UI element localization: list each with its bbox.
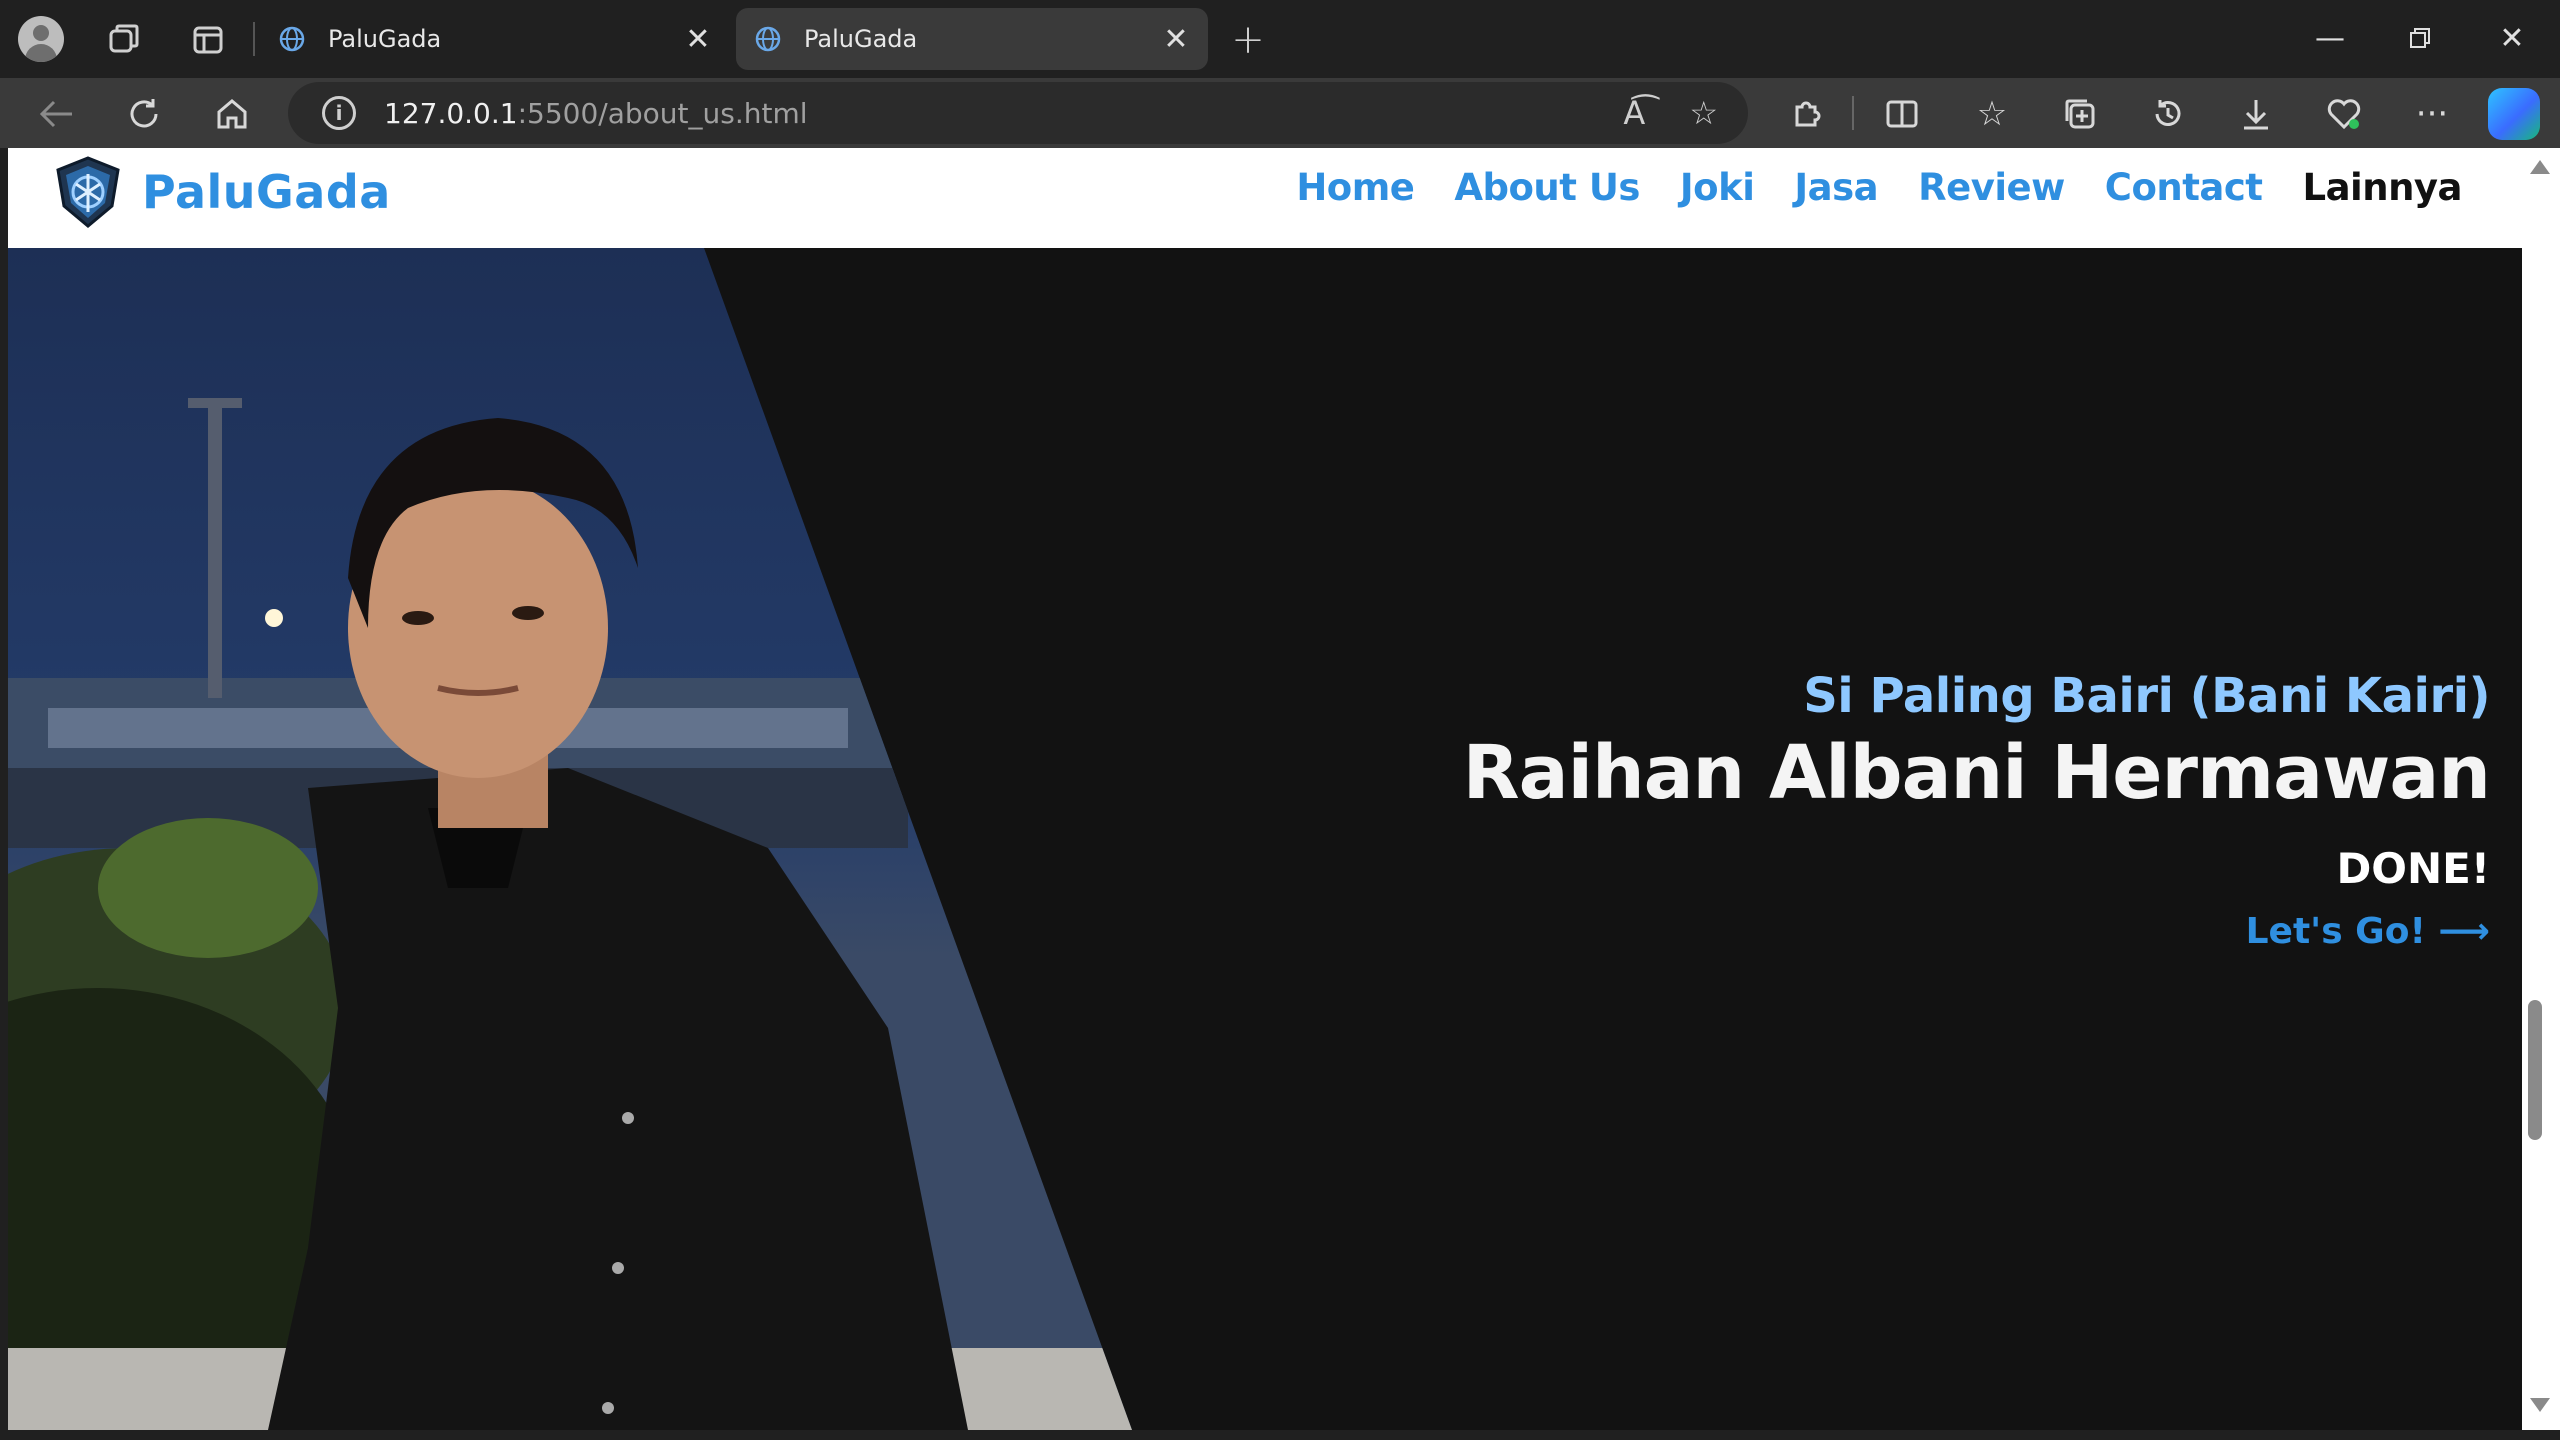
nav-review[interactable]: Review <box>1918 166 2065 209</box>
collections-icon[interactable] <box>2054 88 2106 140</box>
download-icon[interactable] <box>2230 88 2282 140</box>
tab-actions-icon[interactable] <box>184 16 232 64</box>
close-window-icon[interactable]: ✕ <box>2482 14 2542 62</box>
globe-favicon-icon <box>755 26 781 52</box>
lets-go-link[interactable]: Let's Go! ⟶ <box>2246 911 2490 952</box>
copilot-icon[interactable] <box>2488 88 2540 140</box>
hero-name: Raihan Albani Hermawan <box>1462 730 2491 816</box>
tab-title: PaluGada <box>328 25 442 53</box>
palugada-logo-icon <box>56 156 120 228</box>
brand[interactable]: PaluGada <box>52 154 391 230</box>
window-bottom-edge <box>0 1430 2560 1440</box>
minimize-icon[interactable]: — <box>2300 14 2360 62</box>
profile-photo <box>8 248 1132 1430</box>
extensions-icon[interactable] <box>1780 88 1832 140</box>
back-arrow-icon[interactable] <box>30 88 82 140</box>
history-icon[interactable] <box>2142 88 2194 140</box>
scroll-down-arrow-icon[interactable] <box>2530 1398 2550 1412</box>
restore-icon[interactable] <box>2390 14 2450 62</box>
brand-name: PaluGada <box>142 165 391 219</box>
nav-contact[interactable]: Contact <box>2105 166 2263 209</box>
profile-avatar[interactable] <box>18 16 64 62</box>
scroll-up-arrow-icon[interactable] <box>2530 160 2550 174</box>
avatar-body <box>25 44 57 62</box>
nav-about-us[interactable]: About Us <box>1454 166 1640 209</box>
hero-text: Si Paling Bairi (Bani Kairi) Raihan Alba… <box>1462 668 2491 952</box>
tab-palugada-2[interactable]: PaluGada ✕ <box>736 8 1208 70</box>
page-scrollbar[interactable] <box>2522 148 2560 1430</box>
tab-separator <box>253 22 255 56</box>
tab-palugada-1[interactable]: PaluGada ✕ <box>260 8 730 70</box>
new-tab-button[interactable]: + <box>1224 16 1272 64</box>
more-menu-icon[interactable]: ··· <box>2406 88 2458 140</box>
nav-joki[interactable]: Joki <box>1680 166 1755 209</box>
globe-favicon-icon <box>279 26 305 52</box>
tab-close-icon[interactable]: ✕ <box>678 19 718 59</box>
nav-jasa[interactable]: Jasa <box>1794 166 1878 209</box>
tab-close-icon[interactable]: ✕ <box>1156 19 1196 59</box>
avatar-head <box>33 25 49 41</box>
nav-home[interactable]: Home <box>1296 166 1415 209</box>
url-host: 127.0.0.1 <box>384 96 518 130</box>
scrollbar-thumb[interactable] <box>2528 1000 2542 1140</box>
favorite-star-icon[interactable]: ☆ <box>1689 94 1718 132</box>
page-viewport: PaluGada Home About Us Joki Jasa Review … <box>8 148 2522 1430</box>
home-icon[interactable] <box>206 88 258 140</box>
nav-lainnya[interactable]: Lainnya <box>2303 166 2463 209</box>
url-path: :5500/about_us.html <box>517 96 808 130</box>
site-navbar: PaluGada Home About Us Joki Jasa Review … <box>8 148 2522 248</box>
browser-essentials-icon[interactable] <box>2318 88 2370 140</box>
favorites-icon[interactable]: ☆ <box>1966 88 2018 140</box>
tab-title: PaluGada <box>804 25 918 53</box>
address-bar[interactable]: i 127.0.0.1:5500/about_us.html A͡ ☆ <box>288 82 1748 144</box>
toolbar-separator <box>1852 96 1854 130</box>
main-nav: Home About Us Joki Jasa Review Contact L… <box>1296 166 2462 209</box>
site-info-icon[interactable]: i <box>322 96 356 130</box>
hero-section: Si Paling Bairi (Bani Kairi) Raihan Alba… <box>8 248 2522 1430</box>
split-screen-icon[interactable] <box>1876 88 1928 140</box>
hero-status: DONE! <box>2336 844 2490 893</box>
hero-subtitle: Si Paling Bairi (Bani Kairi) <box>1803 668 2490 724</box>
refresh-icon[interactable] <box>118 88 170 140</box>
read-aloud-icon[interactable]: A͡ <box>1623 94 1645 132</box>
workspaces-icon[interactable] <box>100 16 148 64</box>
